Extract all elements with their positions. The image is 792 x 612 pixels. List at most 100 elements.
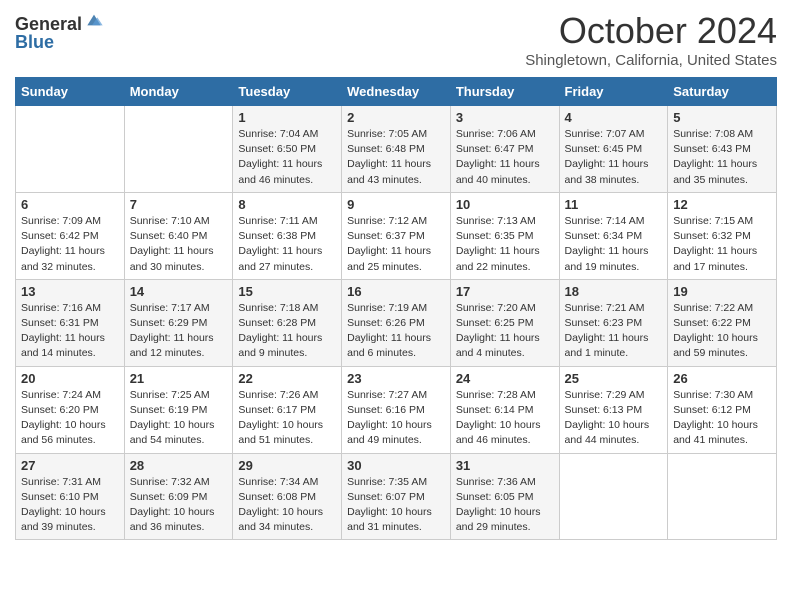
week-row-5: 27 Sunrise: 7:31 AM Sunset: 6:10 PM Dayli… [16, 453, 777, 540]
day-info: Sunrise: 7:14 AM Sunset: 6:34 PM Dayligh… [565, 214, 663, 275]
day-cell: 18 Sunrise: 7:21 AM Sunset: 6:23 PM Dayli… [559, 279, 668, 366]
col-header-sunday: Sunday [16, 78, 125, 106]
day-number: 1 [238, 110, 336, 125]
week-row-1: 1Sunrise: 7:04 AM Sunset: 6:50 PM Daylig… [16, 106, 777, 193]
day-cell: 16Sunrise: 7:19 AM Sunset: 6:26 PM Dayli… [342, 279, 451, 366]
day-number: 20 [21, 371, 119, 386]
day-number: 30 [347, 458, 445, 473]
week-row-4: 20 Sunrise: 7:24 AM Sunset: 6:20 PM Dayli… [16, 366, 777, 453]
day-info: Sunrise: 7:17 AM Sunset: 6:29 PM Dayligh… [130, 301, 228, 362]
day-cell: 15 Sunrise: 7:18 AM Sunset: 6:28 PM Dayli… [233, 279, 342, 366]
day-cell: 27 Sunrise: 7:31 AM Sunset: 6:10 PM Dayli… [16, 453, 125, 540]
day-info: Sunrise: 7:20 AM Sunset: 6:25 PM Dayligh… [456, 301, 554, 362]
day-number: 29 [238, 458, 336, 473]
location-subtitle: Shingletown, California, United States [525, 52, 777, 69]
day-info: Sunrise: 7:08 AM Sunset: 6:43 PM Dayligh… [673, 127, 771, 188]
day-info: Sunrise: 7:09 AM Sunset: 6:42 PM Dayligh… [21, 214, 119, 275]
day-cell: 24 Sunrise: 7:28 AM Sunset: 6:14 PM Dayli… [450, 366, 559, 453]
title-area: October 2024 Shingletown, California, Un… [525, 10, 777, 69]
week-row-2: 6 Sunrise: 7:09 AM Sunset: 6:42 PM Daylig… [16, 192, 777, 279]
day-cell: 23 Sunrise: 7:27 AM Sunset: 6:16 PM Dayli… [342, 366, 451, 453]
calendar-table: SundayMondayTuesdayWednesdayThursdayFrid… [15, 77, 777, 540]
day-cell: 21 Sunrise: 7:25 AM Sunset: 6:19 PM Dayli… [124, 366, 233, 453]
day-cell: 19 Sunrise: 7:22 AM Sunset: 6:22 PM Dayli… [668, 279, 777, 366]
header-row: SundayMondayTuesdayWednesdayThursdayFrid… [16, 78, 777, 106]
day-cell: 6 Sunrise: 7:09 AM Sunset: 6:42 PM Daylig… [16, 192, 125, 279]
day-cell: 5Sunrise: 7:08 AM Sunset: 6:43 PM Daylig… [668, 106, 777, 193]
day-number: 19 [673, 284, 771, 299]
col-header-wednesday: Wednesday [342, 78, 451, 106]
day-info: Sunrise: 7:32 AM Sunset: 6:09 PM Dayligh… [130, 475, 228, 536]
day-number: 26 [673, 371, 771, 386]
day-number: 13 [21, 284, 119, 299]
day-cell: 12 Sunrise: 7:15 AM Sunset: 6:32 PM Dayli… [668, 192, 777, 279]
day-number: 4 [565, 110, 663, 125]
page-header: General Blue October 2024 Shingletown, C… [15, 10, 777, 69]
day-cell: 3Sunrise: 7:06 AM Sunset: 6:47 PM Daylig… [450, 106, 559, 193]
day-number: 23 [347, 371, 445, 386]
day-cell: 13Sunrise: 7:16 AM Sunset: 6:31 PM Dayli… [16, 279, 125, 366]
day-info: Sunrise: 7:28 AM Sunset: 6:14 PM Dayligh… [456, 388, 554, 449]
day-info: Sunrise: 7:30 AM Sunset: 6:12 PM Dayligh… [673, 388, 771, 449]
month-title: October 2024 [525, 10, 777, 52]
day-info: Sunrise: 7:27 AM Sunset: 6:16 PM Dayligh… [347, 388, 445, 449]
day-info: Sunrise: 7:31 AM Sunset: 6:10 PM Dayligh… [21, 475, 119, 536]
day-cell: 28 Sunrise: 7:32 AM Sunset: 6:09 PM Dayli… [124, 453, 233, 540]
day-info: Sunrise: 7:25 AM Sunset: 6:19 PM Dayligh… [130, 388, 228, 449]
day-cell: 8Sunrise: 7:11 AM Sunset: 6:38 PM Daylig… [233, 192, 342, 279]
day-info: Sunrise: 7:21 AM Sunset: 6:23 PM Dayligh… [565, 301, 663, 362]
day-cell: 14 Sunrise: 7:17 AM Sunset: 6:29 PM Dayli… [124, 279, 233, 366]
day-number: 9 [347, 197, 445, 212]
col-header-friday: Friday [559, 78, 668, 106]
day-info: Sunrise: 7:11 AM Sunset: 6:38 PM Dayligh… [238, 214, 336, 275]
day-info: Sunrise: 7:26 AM Sunset: 6:17 PM Dayligh… [238, 388, 336, 449]
day-number: 31 [456, 458, 554, 473]
day-cell: 29Sunrise: 7:34 AM Sunset: 6:08 PM Dayli… [233, 453, 342, 540]
day-number: 25 [565, 371, 663, 386]
day-number: 15 [238, 284, 336, 299]
day-number: 7 [130, 197, 228, 212]
day-number: 17 [456, 284, 554, 299]
day-cell: 31 Sunrise: 7:36 AM Sunset: 6:05 PM Dayli… [450, 453, 559, 540]
day-cell: 7Sunrise: 7:10 AM Sunset: 6:40 PM Daylig… [124, 192, 233, 279]
day-number: 24 [456, 371, 554, 386]
day-cell: 30 Sunrise: 7:35 AM Sunset: 6:07 PM Dayli… [342, 453, 451, 540]
day-info: Sunrise: 7:05 AM Sunset: 6:48 PM Dayligh… [347, 127, 445, 188]
day-number: 22 [238, 371, 336, 386]
day-info: Sunrise: 7:29 AM Sunset: 6:13 PM Dayligh… [565, 388, 663, 449]
col-header-monday: Monday [124, 78, 233, 106]
day-info: Sunrise: 7:12 AM Sunset: 6:37 PM Dayligh… [347, 214, 445, 275]
day-number: 14 [130, 284, 228, 299]
logo-blue: Blue [15, 33, 104, 51]
day-number: 16 [347, 284, 445, 299]
day-info: Sunrise: 7:22 AM Sunset: 6:22 PM Dayligh… [673, 301, 771, 362]
day-number: 28 [130, 458, 228, 473]
day-info: Sunrise: 7:18 AM Sunset: 6:28 PM Dayligh… [238, 301, 336, 362]
day-number: 18 [565, 284, 663, 299]
day-cell: 26 Sunrise: 7:30 AM Sunset: 6:12 PM Dayli… [668, 366, 777, 453]
day-number: 6 [21, 197, 119, 212]
day-cell [668, 453, 777, 540]
day-cell: 4Sunrise: 7:07 AM Sunset: 6:45 PM Daylig… [559, 106, 668, 193]
day-number: 21 [130, 371, 228, 386]
logo-general: General [15, 15, 82, 33]
day-info: Sunrise: 7:13 AM Sunset: 6:35 PM Dayligh… [456, 214, 554, 275]
day-number: 10 [456, 197, 554, 212]
col-header-tuesday: Tuesday [233, 78, 342, 106]
day-cell: 1Sunrise: 7:04 AM Sunset: 6:50 PM Daylig… [233, 106, 342, 193]
logo: General Blue [15, 15, 104, 51]
day-cell [559, 453, 668, 540]
day-cell: 11 Sunrise: 7:14 AM Sunset: 6:34 PM Dayli… [559, 192, 668, 279]
day-number: 27 [21, 458, 119, 473]
day-cell [124, 106, 233, 193]
day-info: Sunrise: 7:24 AM Sunset: 6:20 PM Dayligh… [21, 388, 119, 449]
day-info: Sunrise: 7:15 AM Sunset: 6:32 PM Dayligh… [673, 214, 771, 275]
day-number: 12 [673, 197, 771, 212]
day-info: Sunrise: 7:35 AM Sunset: 6:07 PM Dayligh… [347, 475, 445, 536]
day-cell: 25 Sunrise: 7:29 AM Sunset: 6:13 PM Dayli… [559, 366, 668, 453]
day-cell: 20 Sunrise: 7:24 AM Sunset: 6:20 PM Dayli… [16, 366, 125, 453]
day-info: Sunrise: 7:36 AM Sunset: 6:05 PM Dayligh… [456, 475, 554, 536]
day-cell: 17 Sunrise: 7:20 AM Sunset: 6:25 PM Dayli… [450, 279, 559, 366]
day-number: 11 [565, 197, 663, 212]
logo-icon [84, 10, 104, 30]
